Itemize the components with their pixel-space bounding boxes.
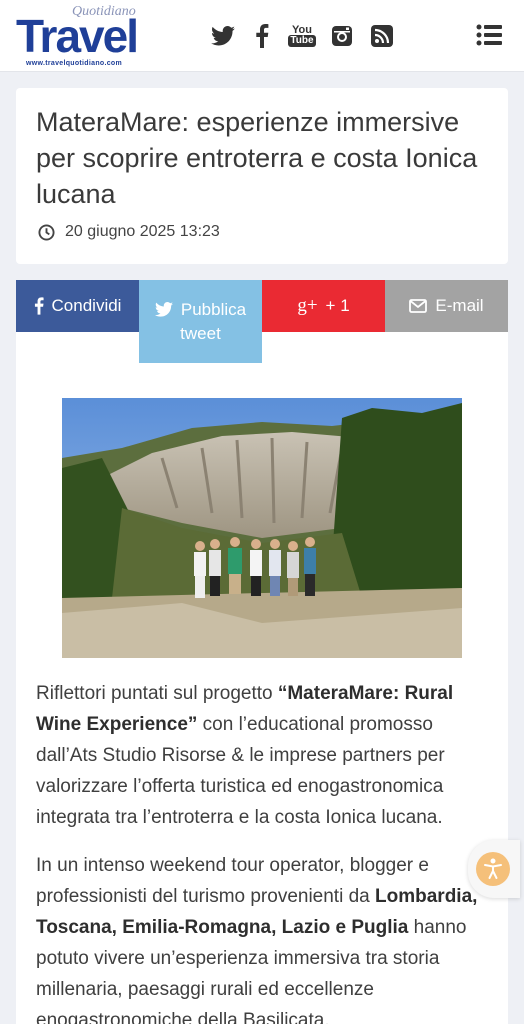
youtube-icon[interactable]: You Tube xyxy=(288,22,316,50)
paragraph-2-text-a: In un intenso weekend tour operator, blo… xyxy=(36,855,429,907)
accessibility-button[interactable] xyxy=(468,840,520,898)
youtube-tube-text: Tube xyxy=(288,35,316,47)
article-paragraph-2: In un intenso weekend tour operator, blo… xyxy=(36,850,488,1024)
twitter-share-label-1: Pubblica xyxy=(180,299,247,319)
envelope-icon xyxy=(409,299,428,313)
article-date-text: 20 giugno 2025 13:23 xyxy=(65,223,220,240)
travel-quotidiano-logo[interactable]: Quotidiano Travel www.travelquotidiano.c… xyxy=(16,4,181,68)
facebook-icon xyxy=(34,297,44,315)
twitter-share-button[interactable]: Pubblica tweet xyxy=(139,280,262,363)
accessibility-icon xyxy=(476,852,510,886)
logo-url-text: www.travelquotidiano.com xyxy=(26,60,123,67)
menu-icon[interactable] xyxy=(476,24,502,46)
facebook-share-label: Condividi xyxy=(51,296,122,315)
instagram-icon[interactable] xyxy=(329,22,355,50)
gplus-share-label: + 1 xyxy=(325,296,350,315)
rss-icon[interactable] xyxy=(369,22,395,50)
email-share-button[interactable]: E-mail xyxy=(385,280,508,332)
twitter-share-label-2: tweet xyxy=(180,323,221,343)
twitter-icon xyxy=(154,302,173,317)
article-photo[interactable] xyxy=(62,398,462,658)
facebook-share-button[interactable]: Condividi xyxy=(16,280,139,332)
site-header: Quotidiano Travel www.travelquotidiano.c… xyxy=(0,0,524,72)
article-header-card: MateraMare: esperienze immersive per sco… xyxy=(16,88,508,264)
clock-icon xyxy=(38,223,55,241)
facebook-icon[interactable] xyxy=(252,22,272,50)
gplus-icon: g+ xyxy=(297,295,318,316)
share-bar: Condividi Pubblica tweet g+ + 1 E-mail xyxy=(16,280,508,363)
article-paragraph-1: Riflettori puntati sul progetto “MateraM… xyxy=(36,678,488,833)
article-body: Riflettori puntati sul progetto “MateraM… xyxy=(16,332,508,1024)
paragraph-1-text-a: Riflettori puntati sul progetto xyxy=(36,683,278,704)
twitter-share-line-1: Pubblica xyxy=(154,299,247,320)
article-title: MateraMare: esperienze immersive per sco… xyxy=(36,107,478,209)
youtube-you-text: You xyxy=(292,24,312,36)
twitter-icon[interactable] xyxy=(209,22,237,50)
logo-travel-text: Travel xyxy=(16,10,139,62)
article-date: 20 giugno 2025 13:23 xyxy=(38,223,220,241)
gplus-share-button[interactable]: g+ + 1 xyxy=(262,280,385,332)
email-share-label: E-mail xyxy=(435,296,484,315)
